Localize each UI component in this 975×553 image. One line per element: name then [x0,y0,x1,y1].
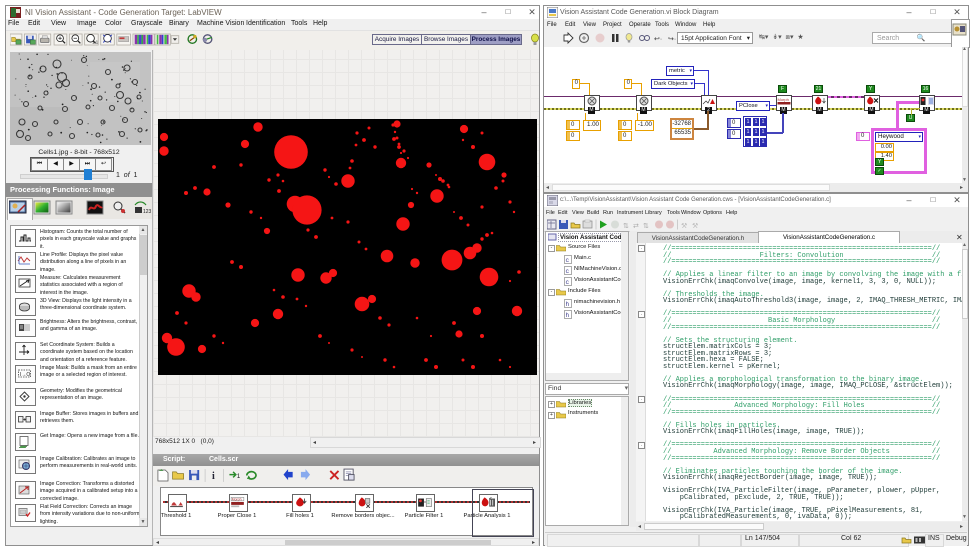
svg-text:⚒: ⚒ [692,222,698,230]
svg-text:Morph: Morph [232,497,242,501]
svg-text:I→O: I→O [20,372,30,378]
svg-text:c: c [566,268,570,275]
svg-text:c: c [566,257,570,264]
svg-text:⚒: ⚒ [681,222,687,230]
svg-text:h: h [566,301,570,308]
svg-text:i: i [212,471,215,482]
svg-text:1: 1 [237,473,241,480]
svg-text:123: 123 [143,209,151,215]
svg-text:↩·: ↩· [654,36,662,43]
svg-text:h: h [566,312,570,319]
svg-text:1:1: 1:1 [92,39,99,44]
svg-text:Morph: Morph [778,97,789,102]
svg-text:⇅: ⇅ [643,223,649,230]
svg-text:⇅: ⇅ [623,223,629,230]
svg-text:⇄: ⇄ [633,223,639,230]
svg-text:c: c [566,279,570,286]
svg-text:↪·: ↪· [668,36,676,43]
